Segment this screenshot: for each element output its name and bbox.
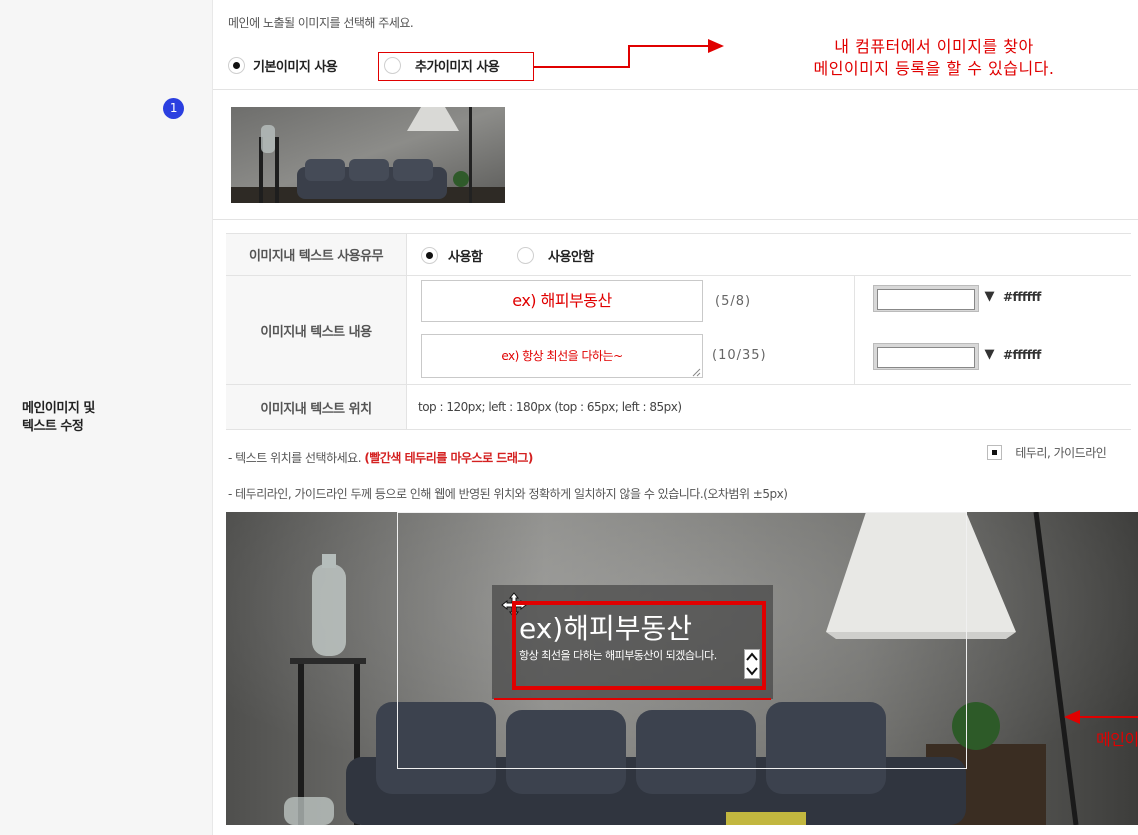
scroll-arrows-icon: [746, 652, 758, 676]
subtitle-textarea[interactable]: ex) 항상 최선을 다하는~: [421, 334, 703, 378]
subtitle-color-value: #ffffff: [1003, 348, 1041, 362]
text-content-cell: ex) 해피부동산 (5/8) ex) 항상 최선을 다하는~ (10/35): [407, 276, 855, 385]
callout-line1: 내 컴퓨터에서 이미지를 찾아: [834, 37, 1034, 56]
callout-line-b: [628, 45, 630, 68]
subtitle-char-count: (10/35): [712, 348, 767, 363]
title-color-value: #ffffff: [1003, 290, 1041, 304]
radio-text-on-control[interactable]: [421, 247, 438, 264]
text-content-header: 이미지내 텍스트 내용: [226, 276, 407, 385]
text-position-header: 이미지내 텍스트 위치: [226, 385, 407, 430]
title-char-count: (5/8): [715, 294, 752, 309]
drag-note-emphasis: (빨간색 테두리를 마우스로 드래그): [364, 451, 533, 465]
radio-default-image-label: 기본이미지 사용: [253, 60, 338, 75]
callout-line-c: [628, 45, 710, 47]
radio-text-off[interactable]: 사용안함: [517, 246, 594, 265]
text-use-header: 이미지내 텍스트 사용유무: [226, 234, 407, 276]
callout-arrow-icon: [708, 39, 724, 53]
text-position-preview[interactable]: ex)해피부동산 항상 최선을 다하는 해피부동산이 되겠습니다. 메인이: [226, 512, 1138, 825]
text-baseline: [494, 698, 771, 700]
dropdown-arrow-icon: ▼: [984, 289, 995, 304]
preview-title: ex)해피부동산: [519, 612, 693, 645]
text-color-cell: ▼ #ffffff ▼ #ffffff: [855, 276, 1131, 385]
drag-note-prefix: - 텍스트 위치를 선택하세요.: [228, 451, 365, 465]
side-callout-arrow-icon: [1064, 710, 1080, 724]
title-text-input[interactable]: ex) 해피부동산: [421, 280, 703, 322]
subtitle-color-picker[interactable]: ▼: [873, 343, 994, 370]
resize-grip-icon[interactable]: [692, 368, 701, 377]
section-label-line1: 메인이미지 및: [22, 401, 95, 416]
callout-line-a: [534, 66, 630, 68]
text-position-cell: top : 120px; left : 180px (top : 65px; l…: [407, 385, 1131, 430]
thumbnail-image: [231, 107, 505, 203]
title-color-picker[interactable]: ▼: [873, 285, 994, 312]
guide-checkbox[interactable]: [987, 445, 1002, 460]
side-callout-line: [1078, 716, 1138, 718]
dropdown-arrow-icon: ▼: [984, 347, 995, 362]
preview-subtitle: 항상 최선을 다하는 해피부동산이 되겠습니다.: [519, 649, 717, 662]
callout-text: 내 컴퓨터에서 이미지를 찾아 메인이미지 등록을 할 수 있습니다.: [744, 36, 1124, 80]
radio-custom-image-control[interactable]: [384, 57, 401, 74]
guide-checkbox-label: 테두리, 가이드라인: [1015, 446, 1107, 460]
radio-text-on-label: 사용함: [448, 250, 483, 265]
guide-toggle[interactable]: 테두리, 가이드라인: [987, 444, 1107, 461]
callout-line2: 메인이미지 등록을 할 수 있습니다.: [813, 59, 1055, 78]
divider: [213, 219, 1138, 220]
text-position-value: top : 120px; left : 180px (top : 65px; l…: [418, 400, 682, 414]
radio-custom-image[interactable]: 추가이미지 사용: [384, 56, 500, 75]
radio-text-on[interactable]: 사용함: [421, 246, 483, 265]
section-label-column: 1 메인이미지 및 텍스트 수정: [0, 0, 213, 835]
divider: [213, 89, 1138, 90]
side-callout-text: 메인이: [1096, 730, 1138, 749]
preview-scrollbar[interactable]: [744, 649, 760, 679]
step-badge: 1: [163, 98, 184, 119]
radio-default-image-control[interactable]: [228, 57, 245, 74]
section-label-line2: 텍스트 수정: [22, 419, 84, 434]
section-label: 메인이미지 및 텍스트 수정: [22, 400, 95, 436]
text-use-cell: 사용함 사용안함: [407, 234, 1131, 276]
image-choice-hint: 메인에 노출될 이미지를 선택해 주세요.: [228, 16, 414, 30]
radio-custom-image-label: 추가이미지 사용: [415, 60, 500, 75]
offset-warning: - 테두리라인, 가이드라인 두께 등으로 인해 웹에 반영된 위치와 정확하게…: [228, 487, 788, 501]
drag-note: - 텍스트 위치를 선택하세요. (빨간색 테두리를 마우스로 드래그): [228, 449, 533, 466]
radio-default-image[interactable]: 기본이미지 사용: [228, 56, 338, 75]
text-drag-area[interactable]: ex)해피부동산 항상 최선을 다하는 해피부동산이 되겠습니다.: [492, 585, 773, 700]
radio-text-off-control[interactable]: [517, 247, 534, 264]
default-image-thumbnail[interactable]: [231, 107, 505, 203]
radio-text-off-label: 사용안함: [548, 250, 594, 265]
text-drag-frame[interactable]: ex)해피부동산 항상 최선을 다하는 해피부동산이 되겠습니다.: [512, 601, 766, 690]
